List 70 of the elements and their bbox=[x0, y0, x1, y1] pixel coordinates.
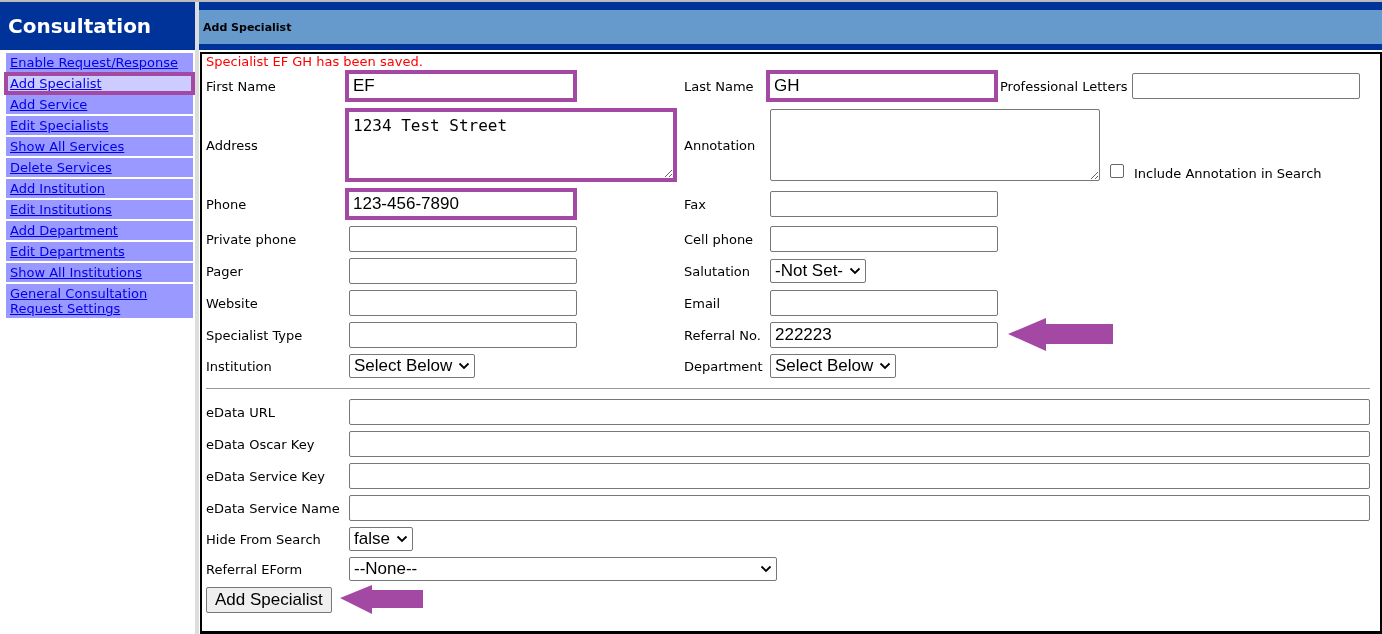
sidebar-link[interactable]: General Consultation Request Settings bbox=[6, 284, 193, 318]
text-field[interactable]: 123-456-7890 bbox=[345, 188, 577, 220]
success-message: Specialist EF GH has been saved. bbox=[206, 56, 424, 68]
text-field[interactable]: EF bbox=[345, 70, 577, 102]
chevron-down-icon bbox=[395, 535, 408, 543]
sidebar-link[interactable]: Delete Services bbox=[6, 158, 193, 177]
chevron-down-icon bbox=[458, 362, 471, 370]
field-label: Pager bbox=[206, 263, 244, 279]
dropdown[interactable]: Select Below bbox=[770, 354, 897, 378]
field-label: Last Name bbox=[684, 78, 755, 94]
text-field[interactable]: GH bbox=[766, 70, 998, 102]
text-field[interactable] bbox=[349, 322, 577, 348]
text-area[interactable]: 1234 Test Street bbox=[345, 108, 677, 182]
text-field[interactable] bbox=[349, 463, 1370, 489]
sidebar-link[interactable]: Add Service bbox=[6, 95, 193, 114]
sidebar-link[interactable]: Show All Services bbox=[6, 137, 193, 156]
text-field[interactable] bbox=[349, 290, 577, 316]
field-label: Department bbox=[684, 358, 764, 374]
text-field[interactable] bbox=[1131, 73, 1360, 99]
dropdown[interactable]: Select Below bbox=[349, 354, 476, 378]
chevron-down-icon bbox=[760, 565, 772, 573]
field-label: Specialist Type bbox=[206, 327, 304, 343]
text-field[interactable] bbox=[770, 290, 998, 316]
dropdown[interactable]: --None-- bbox=[349, 557, 777, 581]
dropdown[interactable]: -Not Set- bbox=[770, 259, 867, 283]
sidebar-link[interactable]: Add Institution bbox=[6, 179, 193, 198]
field-label: Annotation bbox=[684, 137, 757, 153]
field-label: Referral No. bbox=[684, 327, 762, 343]
add-specialist-button[interactable]: Add Specialist bbox=[206, 587, 332, 613]
field-label: eData Service Name bbox=[206, 500, 341, 516]
field-label: Professional Letters bbox=[1000, 78, 1128, 94]
arrow-icon bbox=[1008, 318, 1114, 352]
checkbox-label: Include Annotation in Search bbox=[1134, 165, 1322, 181]
chevron-down-icon bbox=[879, 362, 892, 370]
field-label: eData Service Key bbox=[206, 468, 326, 484]
field-label: Salutation bbox=[684, 263, 752, 279]
panel-title: Add Specialist bbox=[203, 20, 292, 34]
sidebar-link[interactable]: Edit Departments bbox=[6, 242, 193, 261]
text-area[interactable] bbox=[770, 109, 1100, 181]
text-field[interactable] bbox=[770, 191, 998, 217]
sidebar-title: Consultation bbox=[0, 2, 195, 50]
text-field[interactable] bbox=[349, 399, 1370, 425]
text-field[interactable] bbox=[349, 495, 1370, 521]
field-label: Website bbox=[206, 295, 259, 311]
text-field[interactable] bbox=[770, 226, 998, 252]
sidebar-link[interactable]: Show All Institutions bbox=[6, 263, 193, 282]
field-label: First Name bbox=[206, 78, 277, 94]
field-label: Cell phone bbox=[684, 231, 755, 247]
field-label: eData URL bbox=[206, 404, 276, 420]
text-field[interactable] bbox=[349, 431, 1370, 457]
sidebar-link[interactable]: Edit Specialists bbox=[6, 116, 193, 135]
sidebar-link[interactable]: Edit Institutions bbox=[6, 200, 193, 219]
dropdown[interactable]: false bbox=[349, 527, 413, 551]
field-label: Institution bbox=[206, 358, 273, 374]
text-field[interactable]: 222223 bbox=[770, 322, 998, 348]
checkbox[interactable] bbox=[1110, 164, 1124, 178]
field-label: Private phone bbox=[206, 231, 298, 247]
field-label: Address bbox=[206, 137, 259, 153]
field-label: Referral EForm bbox=[206, 561, 304, 577]
chevron-down-icon bbox=[849, 267, 862, 275]
text-field[interactable] bbox=[349, 258, 577, 284]
field-label: eData Oscar Key bbox=[206, 436, 316, 452]
text-field[interactable] bbox=[349, 226, 577, 252]
field-label: Phone bbox=[206, 196, 248, 212]
sidebar-link[interactable]: Enable Request/Response bbox=[6, 53, 193, 72]
field-label: Email bbox=[684, 295, 722, 311]
sidebar-link[interactable]: Add Department bbox=[6, 221, 193, 240]
field-label: Fax bbox=[684, 196, 707, 212]
sidebar-link[interactable]: Add Specialist bbox=[6, 74, 193, 93]
field-label: Hide From Search bbox=[206, 531, 322, 547]
